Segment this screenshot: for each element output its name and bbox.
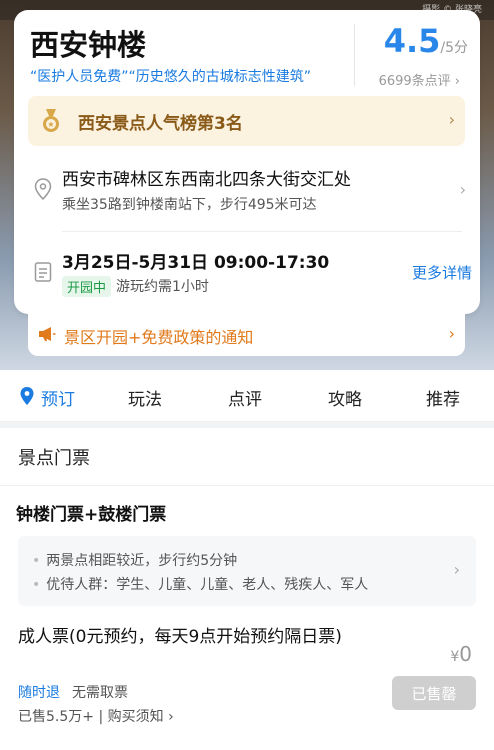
medal-icon: ★ (43, 109, 59, 132)
refund-tag: 随时退 (18, 685, 60, 701)
divider (62, 231, 462, 232)
review-count-link[interactable]: 6699条点评 › (364, 70, 460, 89)
attraction-tags: “医护人员免费”“历史悠久的古城标志性建筑” (30, 69, 312, 85)
document-icon (34, 262, 52, 282)
rating-max: /5分 (440, 40, 468, 56)
sold-count-link[interactable]: 已售5.5万+ | 购买须知 › (18, 706, 174, 726)
opening-hours: 3月25日-5月31日 09:00-17:30 (62, 253, 330, 273)
tab-play[interactable]: 玩法 (128, 385, 162, 410)
tab-bar: 预订 玩法 点评 攻略 推荐 (0, 370, 494, 422)
price-value: 0 (459, 642, 472, 666)
sold-count: 已售5.5万+ | 购买须知 (18, 709, 164, 725)
chevron-right-icon: › (448, 324, 455, 343)
tab-recommend[interactable]: 推荐 (426, 385, 460, 410)
package-note: 优待人群：学生、儿童、儿童、老人、残疾人、军人 (32, 574, 368, 594)
divider (354, 24, 355, 86)
ranking-banner[interactable]: ★ 西安景点人气榜第3名 › (28, 96, 465, 146)
notice-text: 景区开园+免费政策的通知 (64, 328, 254, 347)
pickup-tag: 无需取票 (72, 685, 128, 701)
package-title: 钟楼门票+鼓楼门票 (16, 505, 167, 525)
rating: 4.5/5分 (370, 22, 468, 60)
chevron-right-icon: › (448, 110, 455, 129)
chevron-right-icon: › (454, 74, 460, 89)
notice-banner[interactable]: 景区开园+免费政策的通知 › (28, 312, 465, 356)
chevron-right-icon: › (453, 560, 460, 579)
currency-symbol: ¥ (450, 649, 460, 665)
attraction-info-card: 西安钟楼 “医护人员免费”“历史悠久的古城标志性建筑” 4.5/5分 6699条… (14, 10, 480, 314)
rating-score: 4.5 (383, 22, 441, 60)
megaphone-icon (39, 327, 56, 341)
tab-guides[interactable]: 攻略 (328, 385, 362, 410)
attraction-title: 西安钟楼 (30, 28, 147, 62)
tickets-section: 景点门票 钟楼门票+鼓楼门票 两景点相距较近，步行约5分钟 优待人群：学生、儿童… (0, 428, 494, 750)
package-note: 两景点相距较近，步行约5分钟 (32, 550, 237, 570)
ranking-text: 西安景点人气榜第3名 (78, 114, 243, 134)
section-title: 景点门票 (18, 448, 90, 469)
svg-text:★: ★ (47, 120, 54, 129)
divider (0, 485, 494, 486)
transit-text: 乘坐35路到钟楼南站下，步行495米可达 (62, 197, 317, 213)
review-count: 6699条点评 (378, 74, 451, 89)
more-details-link[interactable]: 更多详情 (412, 262, 472, 283)
ticket-name[interactable]: 成人票(0元预约，每天9点开始预约隔日票) (18, 624, 358, 650)
ticket-price: ¥0 (450, 642, 472, 666)
chevron-right-icon: › (168, 709, 174, 725)
address-text: 西安市碑林区东西南北四条大街交汇处 (62, 170, 351, 190)
package-notes[interactable]: 两景点相距较近，步行约5分钟 优待人群：学生、儿童、儿童、老人、残疾人、军人 › (18, 536, 476, 606)
location-icon (34, 178, 52, 200)
pin-icon (20, 387, 34, 405)
status-badge: 开园中 (62, 276, 112, 297)
sold-out-button[interactable]: 已售罄 (392, 676, 476, 710)
chevron-right-icon: › (459, 180, 466, 199)
tab-reviews[interactable]: 点评 (228, 385, 262, 410)
tab-booking[interactable]: 预订 (41, 385, 75, 410)
visit-duration: 游玩约需1小时 (116, 279, 209, 295)
